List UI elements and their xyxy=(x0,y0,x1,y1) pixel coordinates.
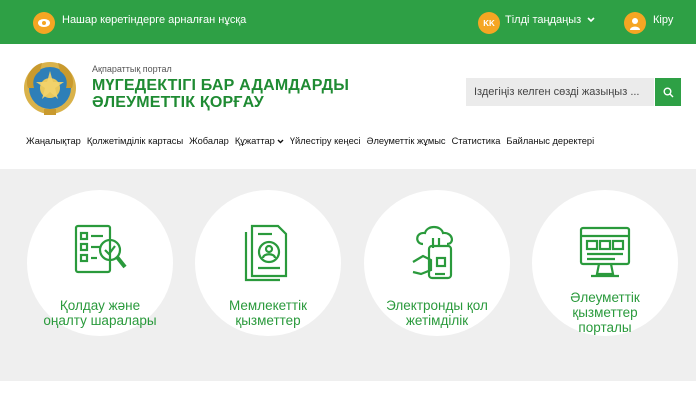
language-selector[interactable]: Тілді таңдаңыз xyxy=(505,14,595,26)
nav-item-social-work[interactable]: Әлеуметтік жұмыс xyxy=(366,136,445,146)
cloud-phone-hand-icon xyxy=(412,225,453,280)
page-bottom-area xyxy=(0,381,696,417)
card-label-line: оңалту шаралары xyxy=(43,313,157,328)
chevron-down-icon xyxy=(277,139,284,143)
nav-item-documents-label: Құжаттар xyxy=(234,136,275,146)
card-label-line: Электронды қол xyxy=(386,298,488,313)
card-label-line: қызметтер xyxy=(572,305,638,320)
chevron-down-icon xyxy=(587,17,595,23)
eye-icon[interactable] xyxy=(33,12,55,34)
card-electronic-accessibility[interactable]: Электронды қол жетімділік xyxy=(364,190,510,336)
low-vision-version-link[interactable]: Нашар көретіндерге арналған нұсқа xyxy=(62,14,246,26)
card-label: Әлеуметтік қызметтер порталы xyxy=(542,290,668,335)
language-selector-label: Тілді таңдаңыз xyxy=(505,14,582,26)
search-icon xyxy=(663,87,673,97)
card-label: Қолдау және оңалту шаралары xyxy=(37,298,163,328)
nav-item-projects[interactable]: Жобалар xyxy=(189,136,229,146)
nav-item-documents[interactable]: Құжаттар xyxy=(235,136,284,146)
language-code-badge[interactable]: KK xyxy=(478,12,500,34)
nav-item-contacts[interactable]: Байланыс деректері xyxy=(506,136,594,146)
card-label-line: Мемлекеттік xyxy=(229,298,307,313)
checklist-magnifier-icon xyxy=(74,224,127,274)
card-label-line: Әлеуметтік xyxy=(570,290,640,305)
portal-title-line-2: ӘЛЕУМЕТТІК ҚОРҒАУ xyxy=(92,94,264,111)
search-input[interactable] xyxy=(466,78,654,106)
site-header: Ақпараттық портал МҮГЕДЕКТІГІ БАР АДАМДА… xyxy=(0,44,696,169)
main-navigation: Жаңалықтар Қолжетімділік картасы Жобалар… xyxy=(26,136,600,146)
portal-title[interactable]: МҮГЕДЕКТІГІ БАР АДАМДАРДЫ ӘЛЕУМЕТТІК ҚОР… xyxy=(92,77,349,111)
card-public-services[interactable]: Мемлекеттік қызметтер xyxy=(195,190,341,336)
nav-item-statistics[interactable]: Статистика xyxy=(452,136,501,146)
nav-item-coordination-council[interactable]: Үйлестіру кеңесі xyxy=(290,136,361,146)
card-label-line: қызметтер xyxy=(235,313,301,328)
portal-subtitle: Ақпараттық портал xyxy=(92,64,172,74)
monitor-web-icon xyxy=(579,226,631,278)
card-support-rehabilitation[interactable]: Қолдау және оңалту шаралары xyxy=(27,190,173,336)
portal-title-line-1: МҮГЕДЕКТІГІ БАР АДАМДАРДЫ xyxy=(92,77,350,94)
card-social-services-portal[interactable]: Әлеуметтік қызметтер порталы xyxy=(532,190,678,336)
login-link[interactable]: Кіру xyxy=(653,14,673,26)
services-section: Қолдау және оңалту шаралары Мемлекеттік … xyxy=(0,169,696,381)
user-icon[interactable] xyxy=(624,12,646,34)
card-label: Мемлекеттік қызметтер xyxy=(205,298,331,328)
document-user-icon xyxy=(244,224,288,282)
card-label: Электронды қол жетімділік xyxy=(374,298,500,328)
top-bar: Нашар көретіндерге арналған нұсқа KK Тіл… xyxy=(0,0,696,44)
search-button[interactable] xyxy=(655,78,681,106)
state-emblem-logo[interactable] xyxy=(22,57,78,119)
card-label-line: Қолдау және xyxy=(59,298,141,313)
nav-item-accessibility-map[interactable]: Қолжетімділік картасы xyxy=(87,136,183,146)
nav-item-news[interactable]: Жаңалықтар xyxy=(26,136,81,146)
card-label-line: жетімділік xyxy=(405,313,469,328)
card-label-line: порталы xyxy=(578,320,632,335)
